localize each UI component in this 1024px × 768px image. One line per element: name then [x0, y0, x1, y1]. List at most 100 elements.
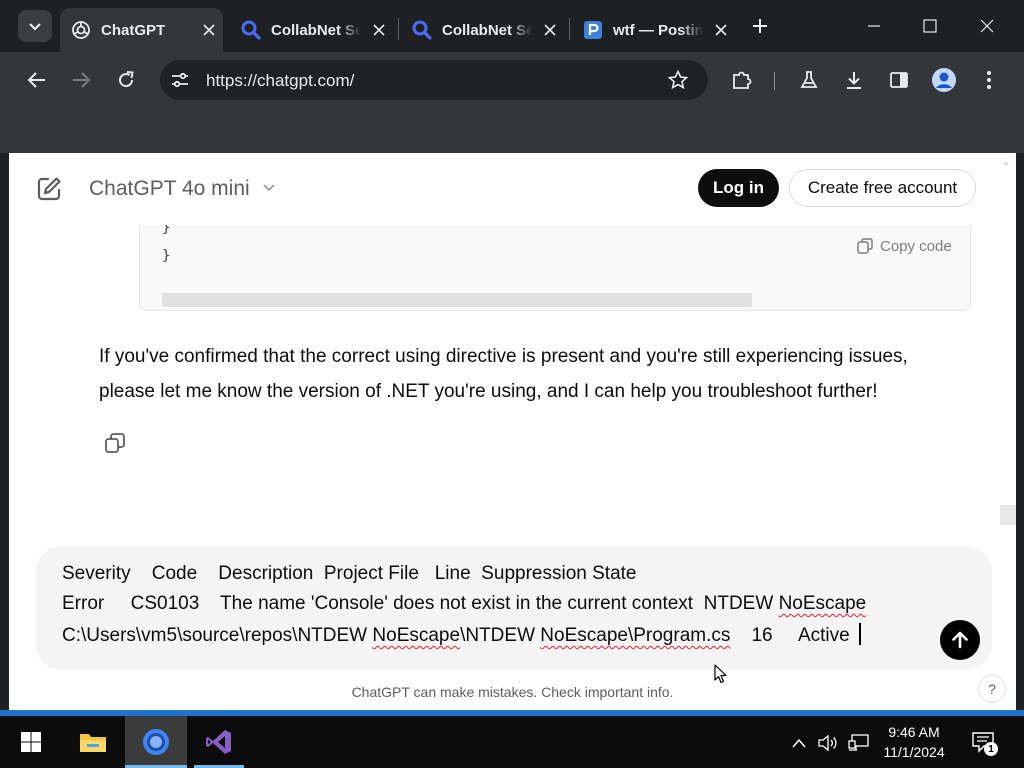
close-icon [980, 19, 994, 33]
network-button[interactable] [848, 732, 870, 754]
action-center-button[interactable]: 1 [972, 731, 998, 756]
chevron-down-icon [29, 23, 41, 31]
help-button[interactable]: ? [978, 675, 1006, 703]
new-chat-button[interactable] [35, 175, 63, 203]
send-button[interactable] [940, 620, 980, 660]
show-hidden-icons-button[interactable] [788, 732, 810, 754]
tab-chatgpt[interactable]: ChatGPT [60, 8, 223, 52]
start-button[interactable] [0, 716, 62, 768]
create-account-button[interactable]: Create free account [789, 169, 976, 207]
minimize-icon [868, 25, 880, 27]
chatgpt-page: } } Copy code ChatGPT 4o mini Log in Cre… [9, 153, 1016, 710]
chevron-up-icon [792, 738, 806, 748]
puzzle-icon [733, 71, 752, 89]
notification-badge: 1 [984, 742, 998, 756]
side-panel-button[interactable] [883, 64, 915, 96]
copy-code-button[interactable]: Copy code [856, 237, 952, 255]
scroll-up-arrow-icon[interactable] [1002, 159, 1010, 167]
forward-button[interactable] [65, 64, 97, 96]
bookmark-bar [0, 108, 1024, 153]
download-icon [847, 72, 861, 89]
edit-pencil-icon [37, 177, 61, 201]
text-caret [859, 623, 861, 645]
tab-postimages[interactable]: wtf — Postim [572, 8, 737, 52]
network-icon [848, 734, 869, 751]
model-selector[interactable]: ChatGPT 4o mini [89, 177, 276, 201]
browser-menu-button[interactable] [973, 64, 1005, 96]
copy-icon [105, 433, 125, 453]
spellcheck-word: NoEscape\Program.cs [540, 625, 731, 646]
address-bar[interactable]: https://chatgpt.com/ [160, 60, 708, 100]
taskbar-visual-studio[interactable] [188, 716, 250, 768]
browser-toolbar: https://chatgpt.com/ [0, 52, 1024, 108]
mouse-cursor-icon [714, 664, 728, 684]
tab-title: CollabNet Sear [442, 21, 532, 39]
code-line: } [162, 248, 171, 264]
bookmark-star-icon[interactable] [668, 70, 688, 90]
page-header: ChatGPT 4o mini Log in Create free accou… [9, 153, 1016, 225]
close-tab-icon[interactable] [199, 20, 219, 40]
arrow-right-icon [73, 72, 91, 88]
code-block: } } Copy code [139, 220, 971, 311]
side-panel-icon [890, 72, 908, 88]
close-tab-icon[interactable] [369, 20, 389, 40]
arrow-left-icon [27, 72, 45, 88]
close-window-button[interactable] [967, 10, 1007, 42]
downloads-button[interactable] [838, 64, 870, 96]
copy-message-button[interactable] [104, 432, 126, 454]
tab-collabnet-2[interactable]: CollabNet Sear [401, 8, 566, 52]
tab-separator [398, 18, 399, 40]
tab-title: CollabNet Sear [271, 21, 361, 39]
tab-title: ChatGPT [101, 21, 166, 39]
site-info-icon[interactable] [170, 70, 190, 90]
speaker-icon [818, 734, 837, 752]
system-clock[interactable]: 9:46 AM 11/1/2024 [878, 722, 950, 762]
close-tab-icon[interactable] [711, 20, 731, 40]
chatgpt-logo-icon [70, 19, 92, 41]
visual-studio-icon [206, 730, 231, 754]
taskbar-chrome[interactable] [125, 716, 187, 768]
search-favicon-icon [240, 19, 262, 41]
windows-taskbar: 9:46 AM 11/1/2024 1 [0, 716, 1024, 768]
tab-collabnet-1[interactable]: CollabNet Sear [230, 8, 395, 52]
composer-line: Error CS0103 The name 'Console' does not… [62, 593, 867, 614]
windows-logo-icon [21, 732, 41, 752]
tab-strip: ChatGPT CollabNet Sear CollabNet Sear [0, 0, 1024, 52]
code-horizontal-scrollbar[interactable] [162, 293, 752, 307]
taskbar-file-explorer[interactable] [62, 716, 124, 768]
spellcheck-word: NoEscape [372, 625, 461, 646]
copy-code-label: Copy code [880, 237, 952, 255]
reload-button[interactable] [110, 64, 142, 96]
clock-time: 9:46 AM [888, 724, 940, 740]
volume-button[interactable] [817, 732, 839, 754]
plus-icon [753, 19, 767, 33]
clock-date: 11/1/2024 [883, 744, 945, 760]
profile-button[interactable] [928, 64, 960, 96]
chrome-browser-icon [143, 729, 169, 755]
back-button[interactable] [21, 64, 53, 96]
tab-title: wtf — Postim [613, 21, 703, 39]
maximize-icon [923, 19, 937, 33]
labs-button[interactable] [793, 64, 825, 96]
url-text[interactable]: https://chatgpt.com/ [206, 71, 354, 91]
new-tab-button[interactable] [741, 10, 779, 42]
assistant-message: If you've confirmed that the correct usi… [99, 346, 908, 402]
copy-icon [857, 238, 873, 254]
minimize-button[interactable] [854, 10, 894, 42]
toolbar-divider [774, 72, 775, 90]
reload-icon [119, 71, 134, 88]
flask-icon [800, 71, 818, 88]
postimages-favicon-icon [582, 19, 604, 41]
tab-separator [569, 18, 570, 40]
extensions-button[interactable] [726, 64, 758, 96]
login-button[interactable]: Log in [698, 169, 779, 207]
profile-avatar-icon [932, 68, 956, 92]
spellcheck-word: NoEscape [778, 593, 867, 614]
tab-search-button[interactable] [18, 10, 52, 42]
composer-line: C:\Users\vm5\source\repos\NTDEW NoEscape… [62, 623, 861, 647]
page-scrollbar-thumb[interactable] [1000, 505, 1016, 525]
search-favicon-icon [411, 19, 433, 41]
close-tab-icon[interactable] [540, 20, 560, 40]
maximize-button[interactable] [910, 10, 950, 42]
message-composer[interactable]: Severity Code Description Project File L… [36, 546, 992, 670]
